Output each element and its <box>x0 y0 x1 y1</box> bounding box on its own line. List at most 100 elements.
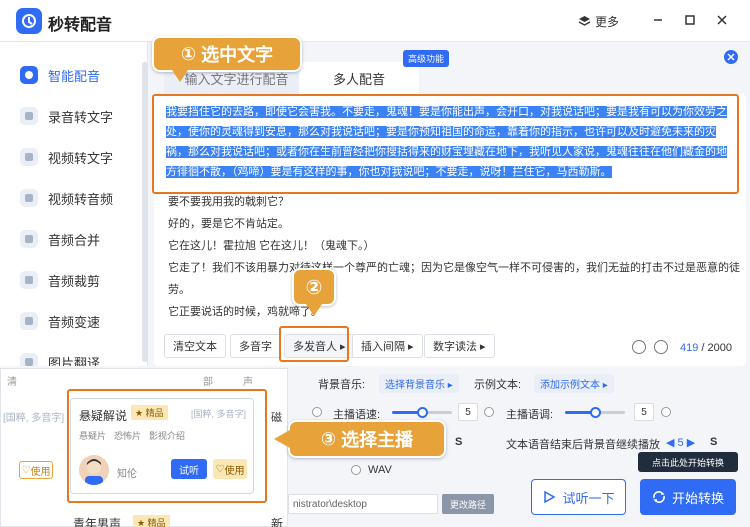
wav-radio[interactable] <box>351 465 361 475</box>
mic-icon <box>20 66 38 84</box>
bg-music-btn-label: 选择背景音乐 <box>385 380 445 391</box>
change-path-button[interactable]: 更改路径 <box>442 494 494 514</box>
ghost-name: 磁 <box>271 412 282 424</box>
step-1-arrow <box>172 70 188 82</box>
more-button[interactable]: 更多 <box>578 13 619 30</box>
maximize-icon[interactable] <box>682 12 698 28</box>
app-logo-icon <box>16 8 42 34</box>
sample-btn-label: 添加示例文本 <box>540 380 600 391</box>
sidebar-item-audio-merge[interactable]: 音频合并 <box>20 224 100 254</box>
pitch-label: 主播语调: <box>506 409 554 421</box>
tab-multi-dubbing[interactable]: 多人配音 <box>299 62 419 94</box>
sidebar-item-record-to-text[interactable]: 录音转文字 <box>20 101 113 131</box>
output-path-field[interactable]: nistrator\desktop <box>288 494 438 514</box>
callout-voice-card <box>67 389 267 503</box>
step-2-label: ② <box>292 268 336 306</box>
text-line: 要不要我用我的戟刺它？ <box>168 196 289 208</box>
sidebar-item-audio-speed[interactable]: 音频变速 <box>20 306 100 336</box>
redo-icon[interactable] <box>654 340 668 354</box>
start-tooltip: 点击此处开始转换 <box>638 452 738 472</box>
step-num: ② <box>305 276 323 299</box>
clear-text-button[interactable]: 清空文本 <box>164 334 226 358</box>
text-line: 它走了！我们不该用暴力对待这样一个尊严的亡魂；因为它是像空气一样不可侵害的，我们… <box>168 262 740 274</box>
app-title: 秒转配音 <box>48 17 113 34</box>
minimize-icon[interactable] <box>650 12 666 28</box>
convert-icon <box>653 491 665 503</box>
scissors-icon <box>20 271 38 289</box>
play-icon <box>544 490 557 504</box>
insert-pause-button[interactable]: 插入间隔 ▸ <box>352 334 423 358</box>
sidebar-item-label: 音频合并 <box>48 232 101 248</box>
layers-icon <box>578 16 591 26</box>
ghost-tags: [国粹, 多音字] <box>3 413 65 424</box>
bg-continue-label: 文本语音结束后背景音继续播放 <box>506 439 660 451</box>
char-max: / 2000 <box>701 342 733 354</box>
s-unit-left: S <box>455 436 463 448</box>
sidebar-item-label: 音频变速 <box>48 314 101 330</box>
rate-value[interactable]: 5 <box>458 403 478 421</box>
step-3-arrow <box>274 430 290 448</box>
pitch-value[interactable]: 5 <box>634 403 654 421</box>
start-convert-button[interactable]: 开始转换 <box>640 479 736 515</box>
step-text: 选中文字 <box>201 45 274 65</box>
text-line: 它在这儿！霍拉旭 它在这儿！（鬼魂下。） <box>168 240 375 252</box>
number-reading-label: 数字读法 <box>433 341 477 353</box>
step-1-label: ① 选中文字 <box>152 36 302 72</box>
text-line: 劳。 <box>168 284 190 296</box>
voice-panel-head: 声 <box>243 377 253 388</box>
step-2-arrow <box>306 304 322 316</box>
callout-text-selection <box>152 94 739 194</box>
bg-continue-value: 5 <box>677 437 684 449</box>
start-label: 开始转换 <box>671 490 724 506</box>
video-audio-icon <box>20 189 38 207</box>
bg-music-label: 背景音乐: <box>318 379 366 391</box>
try-label: 试听一下 <box>562 490 615 506</box>
sidebar-item-video-to-text[interactable]: 视频转文字 <box>20 142 113 172</box>
sample-text-label: 示例文本: <box>474 379 522 391</box>
number-reading-button[interactable]: 数字读法 ▸ <box>424 334 495 358</box>
sidebar-item-label: 音频裁剪 <box>48 273 101 289</box>
step-num: ③ <box>320 428 337 449</box>
bottom-voice-name: 青年男声 <box>73 517 122 527</box>
advanced-badge: 高级功能 <box>403 50 450 67</box>
sidebar-item-label: 视频转音频 <box>48 191 114 207</box>
wav-label: WAV <box>368 464 392 476</box>
left-use-label: 使用 <box>30 466 51 478</box>
speed-icon <box>20 312 38 330</box>
sidebar-scrollbar[interactable] <box>142 62 148 362</box>
rate-radio[interactable] <box>484 407 494 417</box>
bottom-voice-right: 新 <box>271 517 284 527</box>
sidebar-item-smart-dubbing[interactable]: 智能配音 <box>20 60 100 90</box>
pitch-radio[interactable] <box>661 407 671 417</box>
bg-continue-stepper[interactable]: ◀ 5 ▶ <box>666 436 695 449</box>
voice-panel-head: 部 <box>203 377 213 388</box>
merge-icon <box>20 230 38 248</box>
panel-close-icon[interactable] <box>724 50 738 64</box>
sidebar-item-video-to-audio[interactable]: 视频转音频 <box>20 183 113 213</box>
callout-multi-speaker <box>279 326 349 362</box>
sidebar: 智能配音 录音转文字 视频转文字 视频转音频 音频合并 音频裁剪 音频变速 图片… <box>0 42 148 372</box>
sidebar-item-audio-cut[interactable]: 音频裁剪 <box>20 265 100 295</box>
video-text-icon <box>20 148 38 166</box>
left-use-button[interactable]: ♡ 使用 <box>19 461 53 479</box>
voice-panel-head: 清 <box>7 377 17 388</box>
step-3-label: ③ 选择主播 <box>288 420 446 458</box>
bg-music-button[interactable]: 选择背景音乐 ▸ <box>379 374 459 393</box>
rate-slider[interactable] <box>392 407 452 418</box>
sidebar-item-label: 视频转文字 <box>48 150 114 166</box>
sample-text-button[interactable]: 添加示例文本 ▸ <box>534 374 614 393</box>
s-unit-right: S <box>710 436 718 448</box>
sidebar-item-label: 录音转文字 <box>48 109 114 125</box>
title-bar: 秒转配音 更多 <box>0 0 750 42</box>
polyphone-button[interactable]: 多音字 <box>230 334 281 358</box>
try-listen-button[interactable]: 试听一下 <box>531 479 626 515</box>
pitch-slider[interactable] <box>565 407 625 418</box>
close-icon[interactable] <box>714 12 730 28</box>
char-count: 419 <box>680 342 699 354</box>
sidebar-item-label: 智能配音 <box>48 68 101 84</box>
text-line: 好的，要是它不肯站定。 <box>168 218 289 230</box>
char-counter: 419 / 2000 <box>680 342 732 354</box>
undo-icon[interactable] <box>632 340 646 354</box>
record-icon <box>20 107 38 125</box>
extra-radio[interactable] <box>312 407 322 417</box>
